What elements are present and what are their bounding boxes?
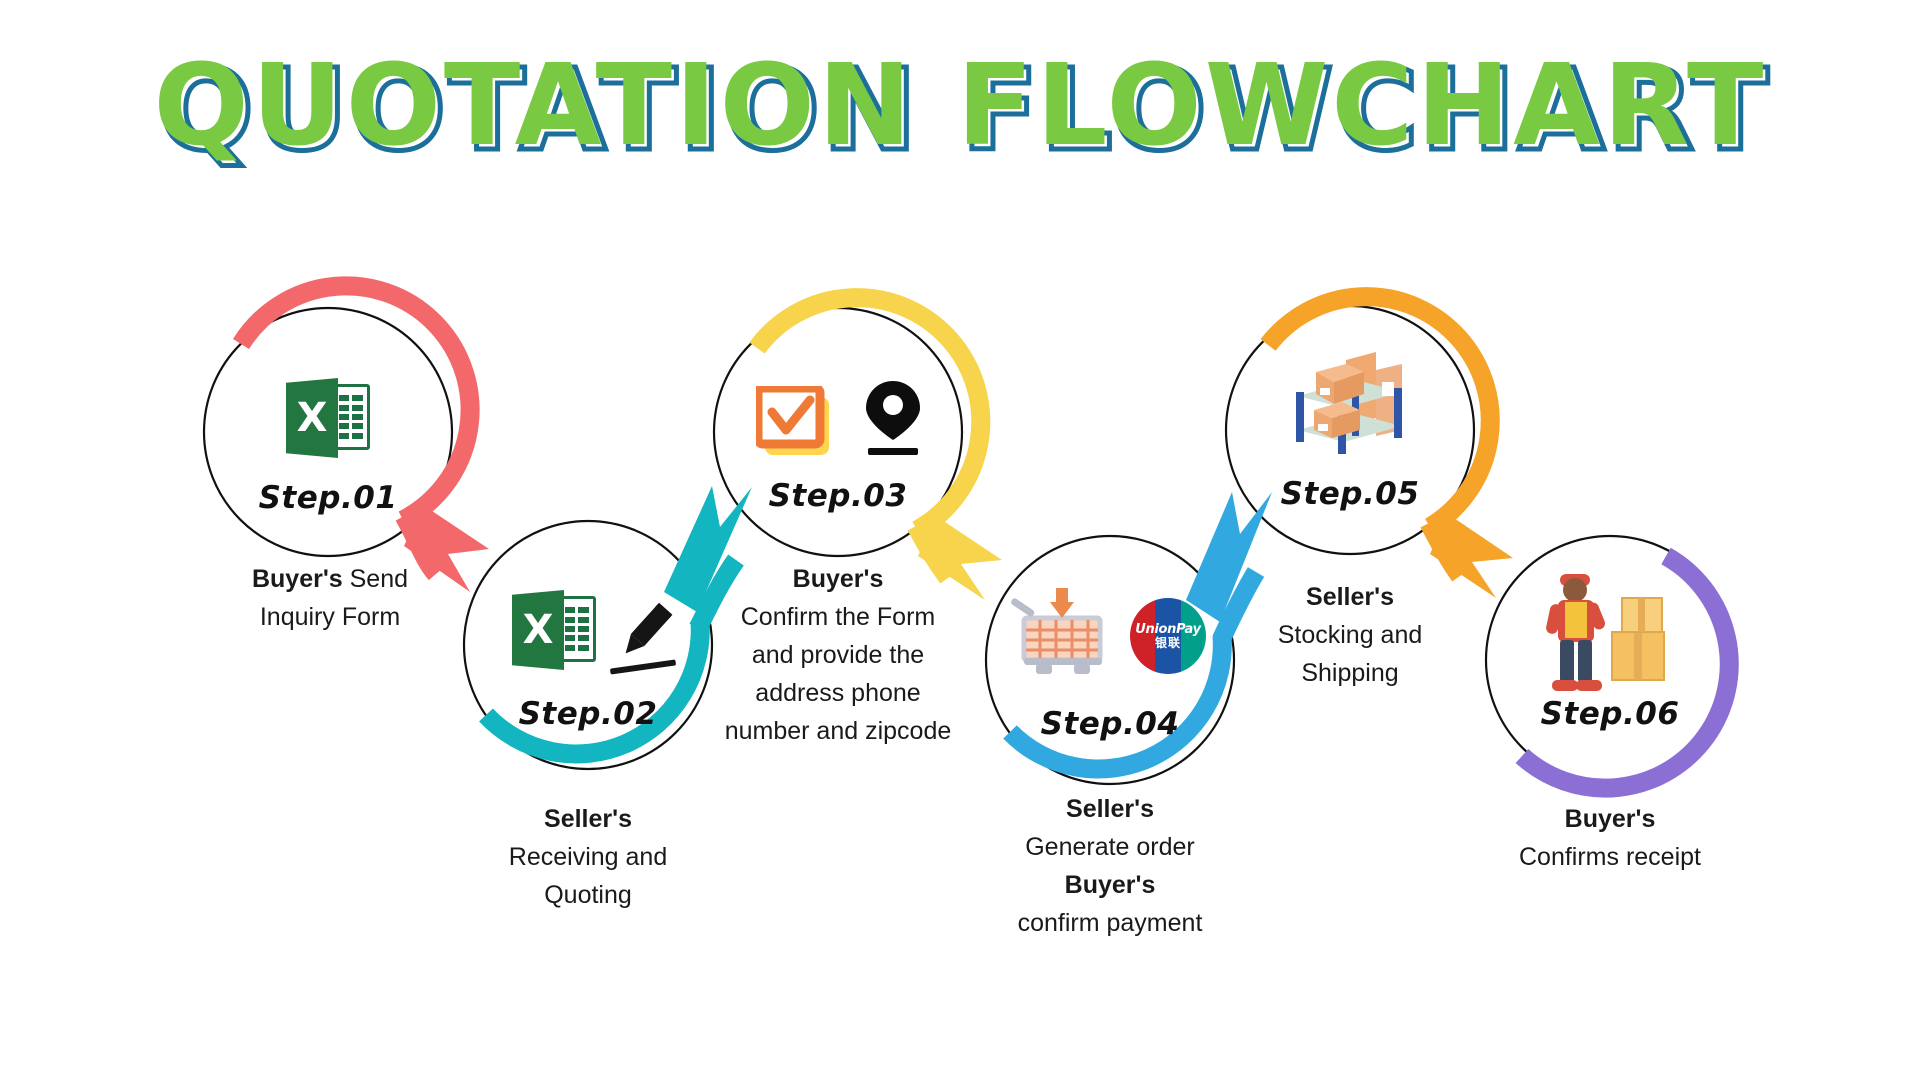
step-04-label: Step.04 bbox=[1040, 706, 1180, 742]
step-04-caption: Seller's Generate order Buyer's confirm … bbox=[930, 790, 1290, 942]
step-03-caption-line-2: Confirm the Form bbox=[740, 603, 936, 631]
step-05-label: Step.05 bbox=[1280, 476, 1420, 512]
step-05-caption: Seller's Stocking and Shipping bbox=[1170, 578, 1530, 692]
step-03-caption-line-3: and provide the bbox=[751, 641, 925, 669]
checkbox-glyph bbox=[753, 383, 829, 455]
step-04-caption-line-4: confirm payment bbox=[1017, 909, 1203, 937]
step-05-caption-line-3: Shipping bbox=[1301, 659, 1399, 687]
step-04-actor-2: Buyer's bbox=[1064, 871, 1156, 899]
shopping-cart-icon bbox=[1010, 588, 1114, 679]
warehouse-rack-icon bbox=[1284, 348, 1416, 465]
shopping-cart-glyph bbox=[1011, 588, 1103, 674]
step-06-caption: Buyer's Confirms receipt bbox=[1430, 800, 1790, 876]
step-04-actor: Seller's bbox=[1066, 795, 1154, 823]
step-05-actor: Seller's bbox=[1306, 583, 1394, 611]
step-01-caption-line-2: Inquiry Form bbox=[259, 603, 401, 631]
step-03-caption: Buyer's Confirm the Form and provide the… bbox=[658, 560, 1018, 750]
step-02-caption-line-2: Receiving and bbox=[508, 843, 668, 871]
excel-icon: X bbox=[512, 590, 596, 674]
step-03-caption-line-4: address phone bbox=[755, 679, 921, 707]
delivery-person-glyph bbox=[1546, 574, 1665, 691]
step-03-actor: Buyer's bbox=[792, 565, 884, 593]
step-06-label: Step.06 bbox=[1540, 696, 1680, 732]
excel-letter: X bbox=[512, 590, 564, 670]
flowchart-canvas: QUOTATION FLOWCHART QUOTATION FLOWCHART bbox=[0, 0, 1920, 1080]
excel-letter: X bbox=[286, 378, 338, 458]
delivery-person-icon bbox=[1538, 570, 1678, 703]
step-02-actor: Seller's bbox=[544, 805, 632, 833]
step-01-actor: Buyer's bbox=[251, 565, 343, 593]
step-01-caption: Buyer's Send Inquiry Form bbox=[150, 560, 510, 636]
warehouse-rack-glyph bbox=[1296, 352, 1402, 454]
step-01-caption-line-1: Buyer's Send bbox=[150, 560, 510, 598]
checkbox-icon bbox=[753, 383, 836, 465]
step-02-caption-line-3: Quoting bbox=[544, 881, 632, 909]
step-01-label: Step.01 bbox=[258, 480, 398, 516]
step-05-caption-line-2: Stocking and bbox=[1277, 621, 1423, 649]
map-pin-glyph bbox=[866, 381, 920, 455]
step-01-caption-rest: Send bbox=[342, 565, 409, 593]
step-06-caption-line-2: Confirms receipt bbox=[1519, 843, 1701, 871]
step-03-label: Step.03 bbox=[768, 478, 908, 514]
map-pin-icon bbox=[862, 378, 924, 463]
step-04-caption-line-2: Generate order bbox=[1025, 833, 1195, 861]
step-02-caption: Seller's Receiving and Quoting bbox=[408, 800, 768, 914]
excel-icon: X bbox=[286, 378, 370, 462]
step-03-caption-line-5: number and zipcode bbox=[724, 717, 952, 745]
step-06-actor: Buyer's bbox=[1564, 805, 1656, 833]
